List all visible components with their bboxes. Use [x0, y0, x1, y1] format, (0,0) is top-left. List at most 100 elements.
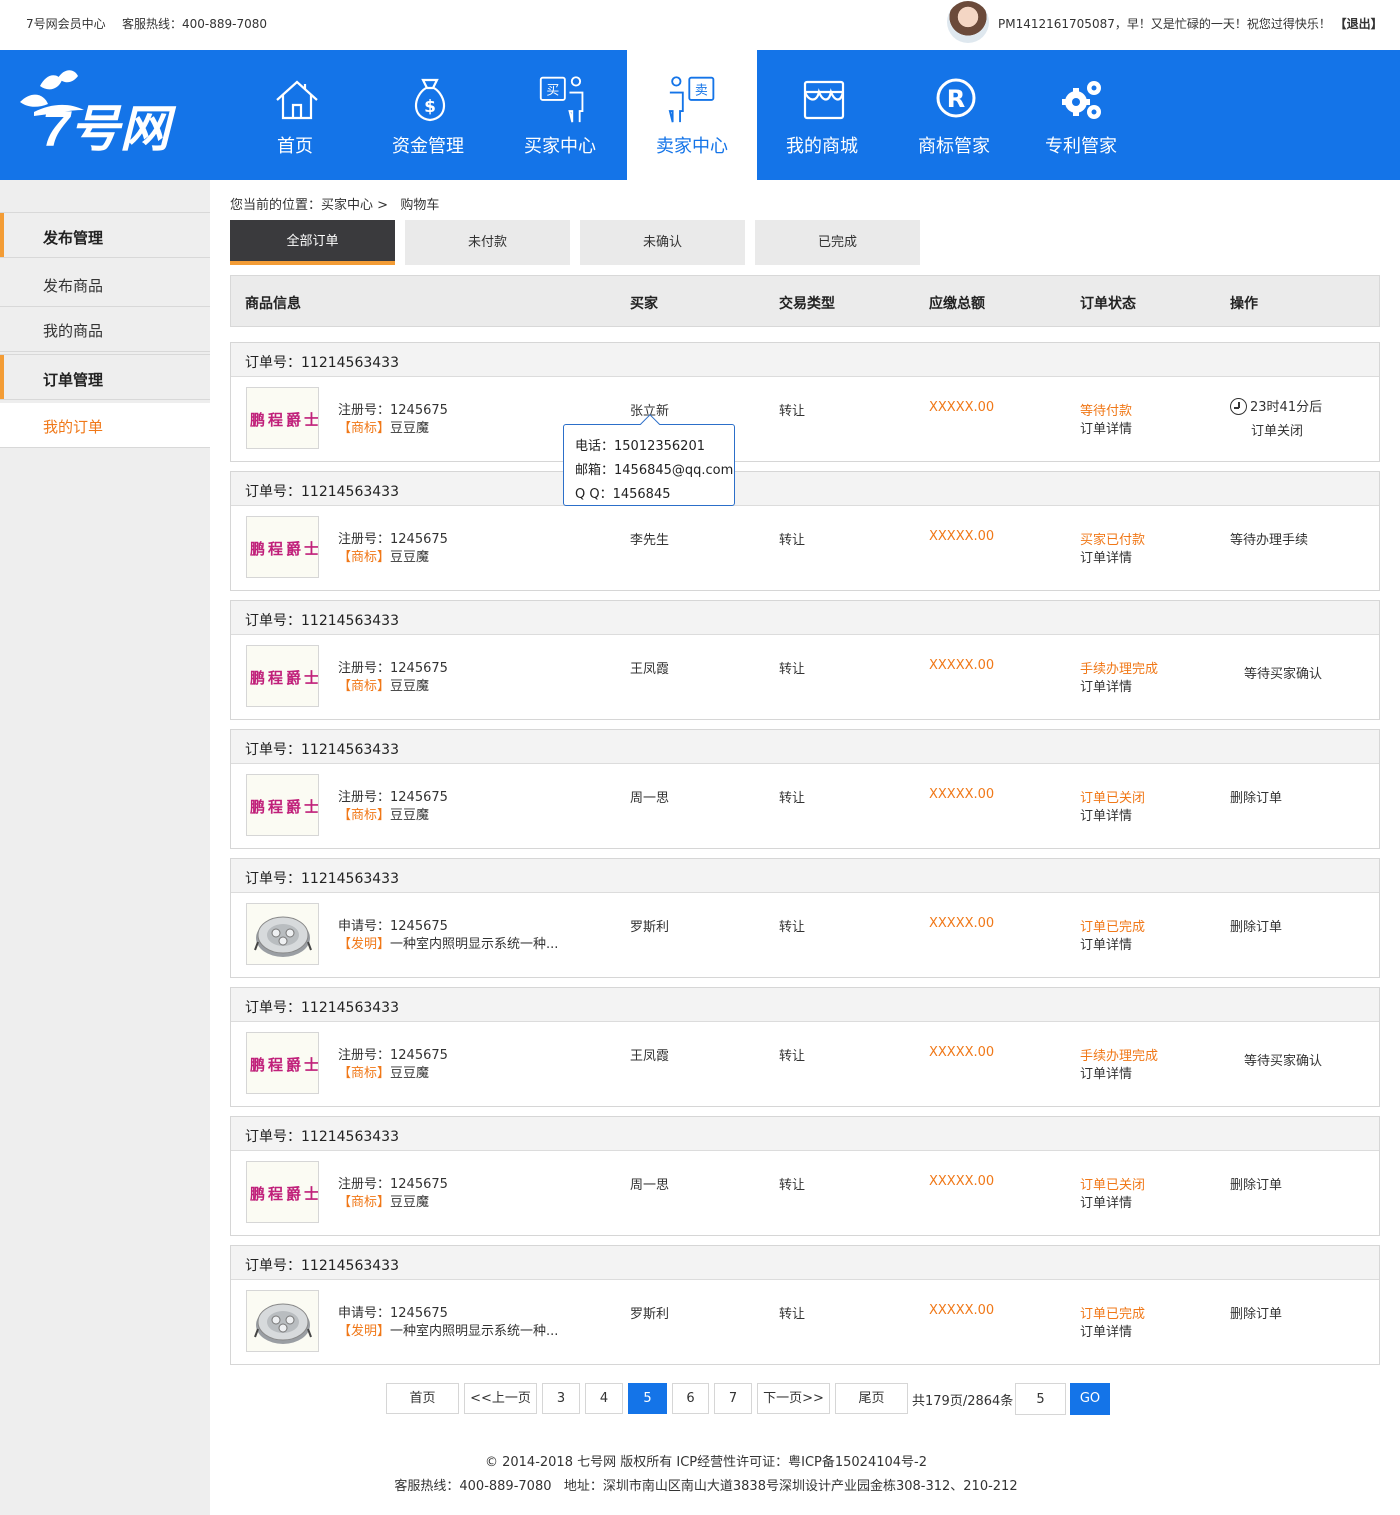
home-icon — [276, 80, 318, 120]
order-action-text: 等待办理手续 — [1230, 533, 1309, 548]
sidebar-item-publish-product[interactable]: 发布商品 — [0, 262, 210, 307]
product-title: 豆豆魔 — [390, 679, 430, 694]
trade-type: 转让 — [779, 1049, 806, 1064]
order-number: 订单号：11214563433 — [245, 871, 399, 887]
product-thumbnail[interactable]: 鹏程爵士 — [246, 1161, 319, 1223]
total-amount: XXXXX.00 — [929, 529, 995, 544]
product-name[interactable]: 【发明】一种室内照明显示系统一种... — [338, 1320, 558, 1339]
order-detail-link[interactable]: 订单详情 — [1080, 1321, 1132, 1340]
greeting-text: PM1412161705087，早！又是忙碌的一天！祝您过得快乐！ — [998, 17, 1331, 31]
registration-number: 注册号：1245675 — [338, 790, 448, 805]
product-thumbnail[interactable]: 鹏程爵士 — [246, 387, 319, 449]
product-thumbnail[interactable] — [246, 1290, 319, 1352]
nav-finance[interactable]: $ 资金管理 — [363, 50, 493, 180]
nav-home[interactable]: 首页 — [230, 50, 360, 180]
logout-link[interactable]: 【退出】 — [1335, 17, 1383, 31]
product-thumbnail[interactable]: 鹏程爵士 — [246, 645, 319, 707]
svg-text:$: $ — [424, 97, 436, 117]
nav-my-store[interactable]: 我的商城 — [757, 50, 887, 180]
buyer-name[interactable]: 周一思 — [630, 787, 669, 806]
product-category: 【商标】 — [338, 421, 391, 436]
product-thumbnail[interactable] — [246, 903, 319, 965]
page-3-button[interactable]: 3 — [542, 1383, 580, 1414]
buyer-name[interactable]: 李先生 — [630, 529, 669, 548]
order-row: 订单号：11214563433 鹏程爵士 注册号：1245675 【商标】豆豆魔 张立新… — [230, 342, 1380, 462]
order-detail-link[interactable]: 订单详情 — [1080, 805, 1132, 824]
page-jump-input[interactable] — [1015, 1383, 1066, 1415]
nav-buyer-center[interactable]: 买 买家中心 — [495, 50, 625, 180]
order-number: 订单号：11214563433 — [245, 355, 399, 371]
site-logo[interactable]: 7号网 — [14, 66, 214, 156]
footer-copyright: © 2014-2018 七号网 版权所有 ICP经营性许可证：粤ICP备1502… — [0, 1451, 1400, 1470]
order-number: 订单号：11214563433 — [245, 613, 399, 629]
auto-close-label: 订单关闭 — [1251, 424, 1304, 439]
delete-order-link[interactable]: 删除订单 — [1230, 916, 1282, 935]
product-thumbnail[interactable]: 鹏程爵士 — [246, 516, 319, 578]
sidebar-item-my-products[interactable]: 我的商品 — [0, 307, 210, 352]
product-category: 【商标】 — [338, 1195, 391, 1210]
page-next-button[interactable]: 下一页>> — [757, 1383, 830, 1414]
product-thumbnail[interactable]: 鹏程爵士 — [246, 774, 319, 836]
sidebar-group-label: 发布管理 — [43, 229, 104, 247]
buyer-name[interactable]: 周一思 — [630, 1174, 669, 1193]
page-5-button[interactable]: 5 — [628, 1383, 667, 1414]
buyer-name[interactable]: 罗斯利 — [630, 1303, 669, 1322]
avatar[interactable] — [947, 1, 989, 43]
product-name[interactable]: 【商标】豆豆魔 — [338, 546, 429, 565]
tab-unpaid[interactable]: 未付款 — [405, 220, 570, 265]
trade-type: 转让 — [779, 1178, 806, 1193]
tab-all-orders[interactable]: 全部订单 — [230, 220, 395, 265]
logo-text: 7号网 — [42, 101, 177, 156]
page-7-button[interactable]: 7 — [714, 1383, 752, 1414]
product-thumbnail[interactable]: 鹏程爵士 — [246, 1032, 319, 1094]
product-category: 【商标】 — [338, 550, 391, 565]
tab-unconfirmed[interactable]: 未确认 — [580, 220, 745, 265]
sidebar-group-orders: 订单管理 — [0, 354, 210, 400]
buyer-name[interactable]: 王凤霞 — [630, 658, 669, 677]
delete-order-link[interactable]: 删除订单 — [1230, 1303, 1282, 1322]
delete-order-link[interactable]: 删除订单 — [1230, 1174, 1282, 1193]
product-name[interactable]: 【商标】豆豆魔 — [338, 417, 429, 436]
order-header: 订单号：11214563433 — [231, 1246, 1379, 1280]
nav-seller-center[interactable]: 卖 卖家中心 — [627, 50, 757, 180]
order-detail-link[interactable]: 订单详情 — [1080, 1063, 1132, 1082]
product-name[interactable]: 【商标】豆豆魔 — [338, 675, 429, 694]
tab-completed[interactable]: 已完成 — [755, 220, 920, 265]
buyer-name[interactable]: 王凤霞 — [630, 1045, 669, 1064]
order-detail-link[interactable]: 订单详情 — [1080, 418, 1132, 437]
footer-line1: © 2014-2018 七号网 版权所有 ICP经营性许可证：粤ICP备1502… — [484, 1455, 928, 1470]
page-go-button[interactable]: GO — [1070, 1383, 1110, 1415]
registration-number: 申请号：1245675 — [338, 919, 448, 934]
buyer-name[interactable]: 罗斯利 — [630, 916, 669, 935]
nav-trademark[interactable]: R 商标管家 — [889, 50, 1019, 180]
order-detail-link[interactable]: 订单详情 — [1080, 676, 1132, 695]
product-category: 【发明】 — [338, 937, 391, 952]
order-detail-link[interactable]: 订单详情 — [1080, 1192, 1132, 1211]
order-detail-link[interactable]: 订单详情 — [1080, 934, 1132, 953]
page-last-button[interactable]: 尾页 — [835, 1383, 908, 1414]
product-name[interactable]: 【商标】豆豆魔 — [338, 804, 429, 823]
order-detail-link[interactable]: 订单详情 — [1080, 547, 1132, 566]
product-name[interactable]: 【商标】豆豆魔 — [338, 1191, 429, 1210]
table-header: 商品信息 买家 交易类型 应缴总额 订单状态 操作 — [230, 275, 1380, 327]
product-name[interactable]: 【商标】豆豆魔 — [338, 1062, 429, 1081]
footer-contact: 客服热线：400-889-7080 地址：深圳市南山区南山大道3838号深圳设计… — [0, 1475, 1400, 1494]
lamp-product-image — [254, 916, 312, 957]
page-4-button[interactable]: 4 — [585, 1383, 623, 1414]
product-name[interactable]: 【发明】一种室内照明显示系统一种... — [338, 933, 558, 952]
col-amount: 应缴总额 — [929, 296, 985, 312]
page-6-button[interactable]: 6 — [672, 1383, 709, 1414]
nav-label: 商标管家 — [918, 136, 990, 157]
page-first-button[interactable]: 首页 — [386, 1383, 459, 1414]
tooltip-phone: 电话：15012356201 — [575, 439, 705, 454]
buyer-icon: 买 — [539, 76, 584, 123]
order-row: 订单号：11214563433 鹏程爵士 注册号：1245675 【商标】豆豆魔 李先生… — [230, 471, 1380, 591]
page-prev-button[interactable]: <<上一页 — [464, 1383, 537, 1414]
delete-order-link[interactable]: 删除订单 — [1230, 787, 1282, 806]
nav-patent[interactable]: 专利管家 — [1016, 50, 1146, 180]
sidebar-group-publish: 发布管理 — [0, 212, 210, 258]
buyer-contact-tooltip: 电话：15012356201 邮箱：1456845@qq.com Q Q：145… — [563, 424, 735, 506]
col-status: 订单状态 — [1080, 296, 1136, 312]
sidebar-item-my-orders[interactable]: 我的订单 — [0, 403, 210, 448]
seller-icon: 卖 — [668, 76, 715, 123]
